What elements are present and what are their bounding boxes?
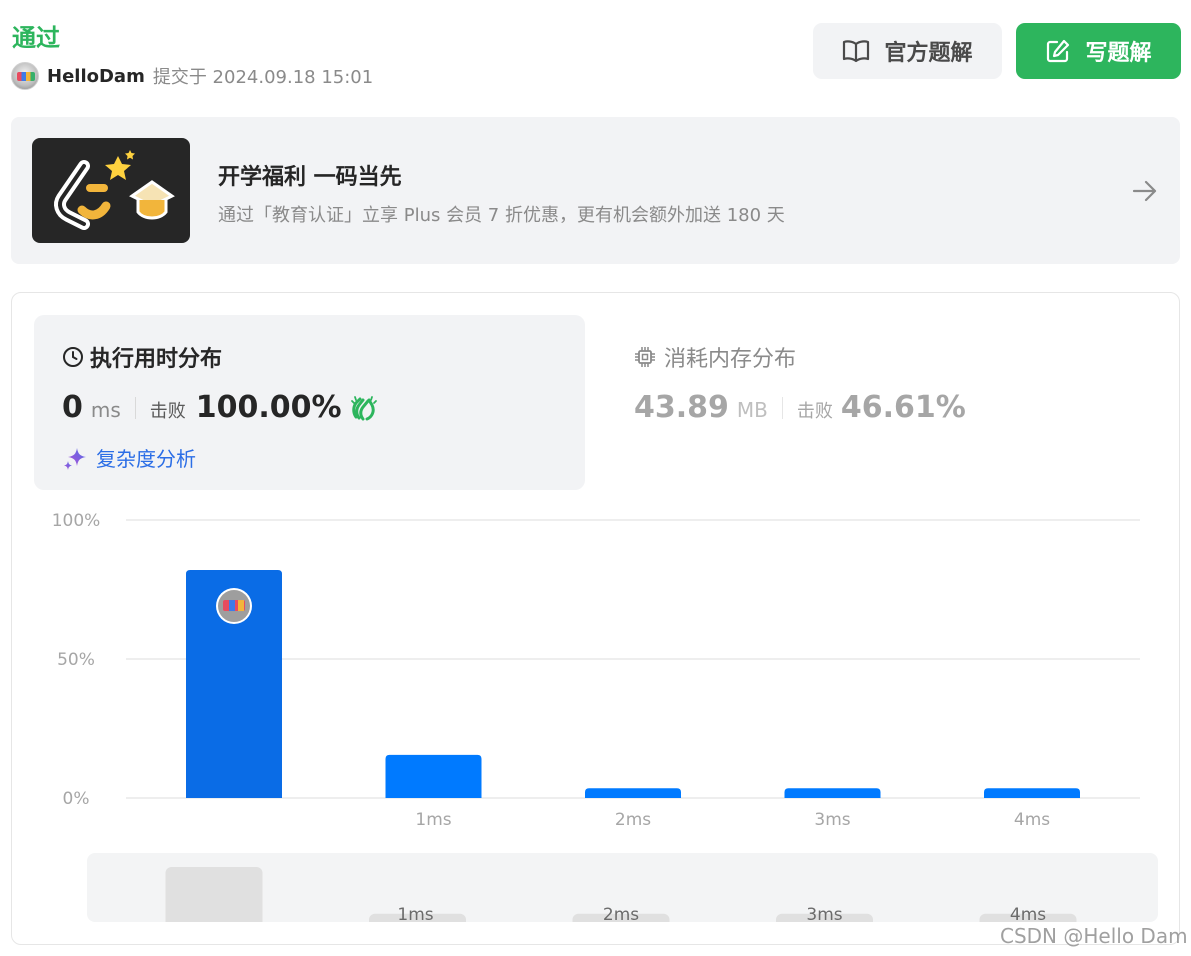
promo-title: 开学福利 一码当先 bbox=[218, 165, 402, 190]
promo-banner[interactable]: 开学福利 一码当先 通过「教育认证」立享 Plus 会员 7 折优惠，更有机会额… bbox=[11, 117, 1180, 264]
chart-bar bbox=[784, 788, 881, 798]
submission-meta: HelloDam 提交于 2024.09.18 15:01 bbox=[11, 62, 373, 90]
minimap-bar bbox=[165, 867, 263, 922]
performance-card: 执行用时分布 0 ms 击败 100.00% 复杂度分析 消耗内存分布 43.8… bbox=[11, 292, 1180, 945]
minimap-tick-label: 4ms bbox=[1010, 905, 1046, 922]
arrow-right-icon[interactable] bbox=[1130, 176, 1160, 206]
watermark: CSDN @Hello Dam bbox=[1000, 924, 1188, 948]
official-solution-label: 官方题解 bbox=[884, 41, 973, 66]
chart-range-navigator[interactable]: 1ms 2ms 3ms 4ms bbox=[87, 853, 1158, 922]
x-tick-label: 4ms bbox=[1014, 810, 1050, 830]
x-tick-label: 3ms bbox=[814, 810, 850, 830]
promo-subtitle: 通过「教育认证」立享 Plus 会员 7 折优惠，更有机会额外加送 180 天 bbox=[218, 205, 785, 226]
chart-bar bbox=[585, 788, 681, 798]
x-tick-label: 2ms bbox=[615, 810, 651, 830]
minimap-chart: 1ms 2ms 3ms 4ms bbox=[165, 867, 1077, 922]
y-tick-label: 100% bbox=[52, 511, 101, 531]
promo-image bbox=[32, 138, 190, 243]
avatar-marker-art bbox=[229, 600, 235, 612]
edit-icon bbox=[1047, 39, 1070, 63]
chart-bar bbox=[984, 788, 1080, 798]
y-tick-label: 0% bbox=[63, 789, 90, 809]
book-icon bbox=[843, 40, 870, 63]
minimap-tick-label: 2ms bbox=[603, 905, 639, 922]
chart-bar bbox=[385, 754, 482, 798]
minimap-tick-label: 3ms bbox=[806, 905, 842, 922]
username-link[interactable]: HelloDam bbox=[47, 66, 145, 87]
user-avatar[interactable] bbox=[11, 62, 39, 90]
write-solution-label: 写题解 bbox=[1085, 41, 1152, 66]
submit-time: 提交于 2024.09.18 15:01 bbox=[152, 67, 374, 88]
y-tick-label: 50% bbox=[57, 650, 95, 670]
official-solution-button[interactable]: 官方题解 bbox=[813, 23, 1002, 79]
submission-status: 通过 bbox=[12, 24, 60, 52]
avatar-marker-art bbox=[238, 600, 244, 612]
x-tick-label: 1ms bbox=[415, 810, 451, 830]
runtime-distribution-chart: 100% 50% 0% 1ms 2ms 3ms 4ms bbox=[52, 511, 1140, 830]
write-solution-button[interactable]: 写题解 bbox=[1016, 23, 1181, 79]
minimap-tick-label: 1ms bbox=[397, 905, 433, 922]
